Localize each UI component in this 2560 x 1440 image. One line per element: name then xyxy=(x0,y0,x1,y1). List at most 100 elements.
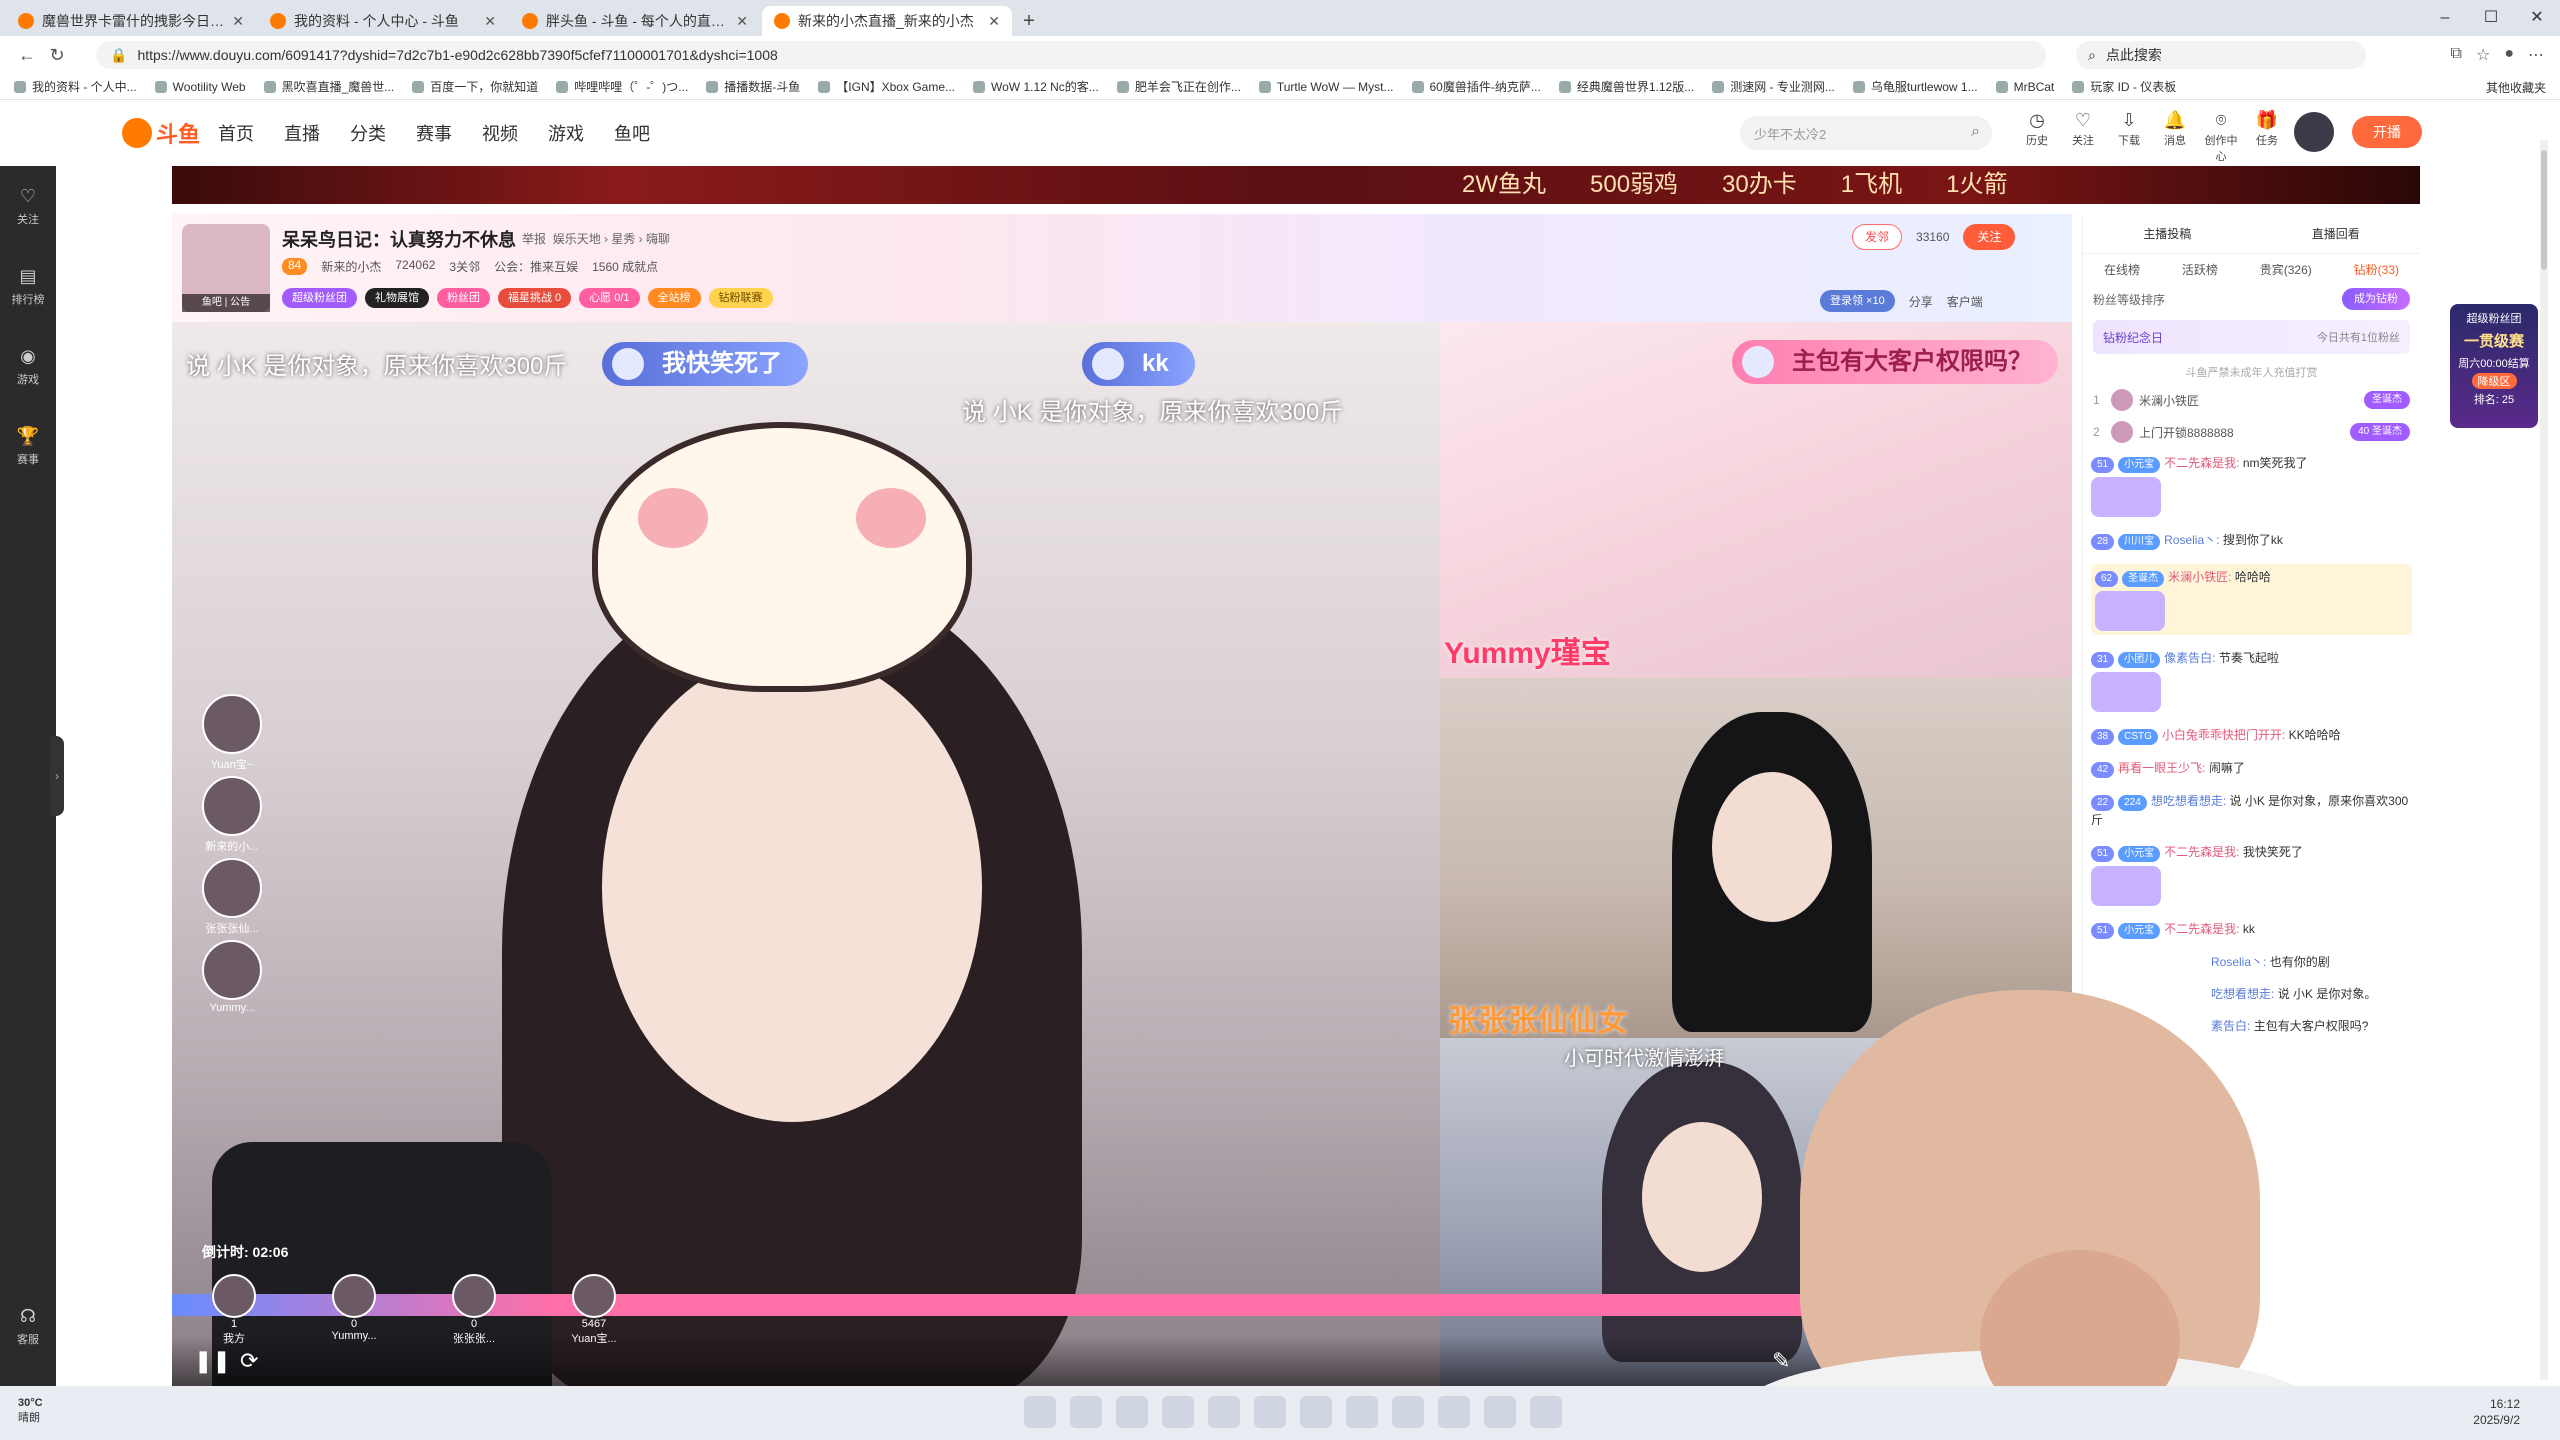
file-explorer-icon[interactable] xyxy=(1116,1396,1148,1428)
tab-diamond-fans[interactable]: 钻粉(33) xyxy=(2354,261,2399,278)
mic-seat[interactable]: Yuan宝~ xyxy=(200,694,264,772)
diamond-league-badge[interactable]: 钻粉联赛 xyxy=(708,288,773,308)
streamer-avatar[interactable]: 鱼吧 | 公告 xyxy=(182,224,270,312)
extensions-icon[interactable]: ⧉ xyxy=(2451,45,2462,65)
chat-username[interactable]: 米澜小铁匠: xyxy=(2168,570,2231,584)
report-link[interactable]: 举报 xyxy=(522,232,546,246)
history-button[interactable]: ◷ 历史 xyxy=(2020,110,2054,164)
chat-username[interactable]: Roselia丶: xyxy=(2164,533,2219,547)
task-view-icon[interactable] xyxy=(1070,1396,1102,1428)
chat-username[interactable]: 小白兔乖乖快把门开开: xyxy=(2162,728,2285,742)
chat-username[interactable]: 不二先森是我: xyxy=(2164,922,2239,936)
follow-list-button[interactable]: ♡ 关注 xyxy=(2066,110,2100,164)
streamer-name[interactable]: 新来的小杰 xyxy=(321,258,381,275)
bookmark-item[interactable]: Wootility Web xyxy=(154,80,246,94)
mic-seat[interactable]: Yummy... xyxy=(200,940,264,1014)
bookmark-item[interactable]: 60魔兽插件-纳克萨... xyxy=(1411,78,1541,95)
bookmark-item[interactable]: MrBCat xyxy=(1995,80,2054,94)
refresh-icon[interactable]: ⟳ xyxy=(240,1348,258,1374)
new-tab-button[interactable]: + xyxy=(1014,6,1044,36)
bookmark-item[interactable]: 我的资料 - 个人中... xyxy=(14,78,137,95)
nav-fishbar[interactable]: 鱼吧 xyxy=(614,120,650,146)
guild-label[interactable]: 公会：推来互娱 xyxy=(494,258,578,275)
rank-sort-label[interactable]: 粉丝等级排序 xyxy=(2093,291,2165,308)
chat-username[interactable]: 不二先森是我: xyxy=(2164,456,2239,470)
app-icon[interactable] xyxy=(1484,1396,1516,1428)
tab-online-rank[interactable]: 在线榜 xyxy=(2104,261,2140,278)
site-rank-badge[interactable]: 全站榜 xyxy=(647,288,701,308)
store-icon[interactable] xyxy=(1208,1396,1240,1428)
app-icon[interactable] xyxy=(1438,1396,1470,1428)
system-clock[interactable]: 16:12 2025/9/2 xyxy=(2473,1396,2520,1428)
share-button[interactable]: 分享 xyxy=(1909,293,1933,310)
close-tab-icon[interactable]: ✕ xyxy=(988,13,1000,30)
edge-browser-icon[interactable] xyxy=(1162,1396,1194,1428)
close-tab-icon[interactable]: ✕ xyxy=(736,13,748,30)
nav-events[interactable]: 赛事 xyxy=(416,120,452,146)
close-window-icon[interactable]: ✕ xyxy=(2514,0,2560,36)
mic-seat[interactable]: 张张张仙... xyxy=(200,858,264,936)
bookmark-item[interactable]: 哔哩哔哩（゜-゜)つ... xyxy=(556,78,688,95)
app-icon[interactable] xyxy=(1300,1396,1332,1428)
tab-vip[interactable]: 贵宾(326) xyxy=(2260,261,2312,278)
start-menu-icon[interactable] xyxy=(1024,1396,1056,1428)
bookmark-item[interactable]: 播播数据-斗鱼 xyxy=(706,78,800,95)
creator-center-button[interactable]: ⌾ 创作中心 xyxy=(2204,110,2238,164)
bookmark-item[interactable]: 玩家 ID - 仪表板 xyxy=(2072,78,2176,95)
bookmark-item[interactable]: Turtle WoW — Myst... xyxy=(1258,80,1394,94)
pause-icon[interactable]: ❚❚ xyxy=(194,1348,231,1374)
bookmark-item[interactable]: WoW 1.12 Nc的客... xyxy=(973,78,1099,95)
back-icon[interactable]: ← xyxy=(12,45,42,66)
browser-tab[interactable]: 魔兽世界卡雷什的拽影今日上线 ✕ xyxy=(6,6,256,36)
weather-widget[interactable]: 30°C 晴朗 xyxy=(18,1396,43,1426)
mic-seat[interactable]: 新来的小... xyxy=(200,776,264,854)
bookmark-item[interactable]: 乌龟服turtlewow 1... xyxy=(1852,78,1978,95)
login-reward-button[interactable]: 登录领 ×10 xyxy=(1820,290,1895,312)
browser-tab[interactable]: 我的资料 - 个人中心 - 斗鱼 ✕ xyxy=(258,6,508,36)
rank-row[interactable]: 1 米澜小铁匠 圣诞杰 xyxy=(2083,384,2420,416)
browser-tab-active[interactable]: 新来的小杰直播_新来的小杰 ✕ xyxy=(762,6,1012,36)
rank-row[interactable]: 2 上门开锁8888888 40 圣诞杰 xyxy=(2083,416,2420,448)
sidebar-item-follow[interactable]: ♡ 关注 xyxy=(0,166,56,246)
tab-active-rank[interactable]: 活跃榜 xyxy=(2182,261,2218,278)
bookmark-item[interactable]: 测速网 - 专业测网... xyxy=(1712,78,1835,95)
nav-live[interactable]: 直播 xyxy=(284,120,320,146)
super-fan-club-badge[interactable]: 超级粉丝团 xyxy=(282,288,357,308)
maximize-icon[interactable]: ☐ xyxy=(2468,0,2514,36)
close-tab-icon[interactable]: ✕ xyxy=(232,13,244,30)
scrollbar-thumb[interactable] xyxy=(2541,150,2547,270)
refresh-icon[interactable]: ↻ xyxy=(42,45,72,66)
chat-username[interactable]: 素告白: xyxy=(2211,1019,2250,1033)
tasks-button[interactable]: 🎁 任务 xyxy=(2250,110,2284,164)
folder-icon[interactable] xyxy=(1254,1396,1286,1428)
close-tab-icon[interactable]: ✕ xyxy=(484,13,496,30)
chat-username[interactable]: 想吃想看想走: xyxy=(2151,794,2226,808)
favorites-icon[interactable]: ☆ xyxy=(2476,45,2490,65)
wish-badge[interactable]: 心愿 0/1 xyxy=(579,288,640,308)
chat-username[interactable]: 像素告白: xyxy=(2164,651,2215,665)
start-stream-button[interactable]: 开播 xyxy=(2352,116,2422,148)
replay-link[interactable]: 直播回看 xyxy=(2312,225,2360,242)
diamond-memorial-card[interactable]: 钻粉纪念日 今日共有1位粉丝 xyxy=(2093,320,2410,354)
sidebar-item-ranking[interactable]: ▤ 排行榜 xyxy=(0,246,56,326)
bookmark-item[interactable]: 【IGN】Xbox Game... xyxy=(818,78,955,95)
app-icon[interactable] xyxy=(1530,1396,1562,1428)
search-icon[interactable]: ⌕ xyxy=(1971,123,1980,141)
avatar-tag[interactable]: 鱼吧 | 公告 xyxy=(182,294,270,312)
messages-button[interactable]: 🔔 消息 xyxy=(2158,110,2192,164)
video-player[interactable]: 说 小K 是你对象，原来你喜欢300斤 说 小K 是你对象，原来你喜欢300斤 … xyxy=(172,322,2072,1386)
super-fan-card[interactable]: 超级粉丝团 一贯级赛 周六00:00结算 降级区 排名: 25 xyxy=(2450,304,2538,428)
fan-club-button[interactable]: 发邻 xyxy=(1852,224,1903,250)
chat-username[interactable]: Roselia丶: xyxy=(2211,955,2266,969)
edit-danmaku-icon[interactable]: ✎ xyxy=(1772,1348,1790,1374)
page-scrollbar[interactable] xyxy=(2540,140,2548,1380)
become-diamond-fan-button[interactable]: 成为钻粉 xyxy=(2342,288,2410,310)
fan-club-badge[interactable]: 粉丝团 xyxy=(437,288,490,308)
gift-gallery-badge[interactable]: 礼物展馆 xyxy=(365,288,429,308)
app-icon[interactable] xyxy=(1346,1396,1378,1428)
nav-video[interactable]: 视频 xyxy=(482,120,518,146)
other-bookmarks[interactable]: 其他收藏夹 xyxy=(2486,79,2546,96)
browser-search-input[interactable]: ⌕ 点此搜索 xyxy=(2076,41,2366,69)
app-icon[interactable] xyxy=(1392,1396,1424,1428)
profile-icon[interactable]: ● xyxy=(2504,45,2514,65)
